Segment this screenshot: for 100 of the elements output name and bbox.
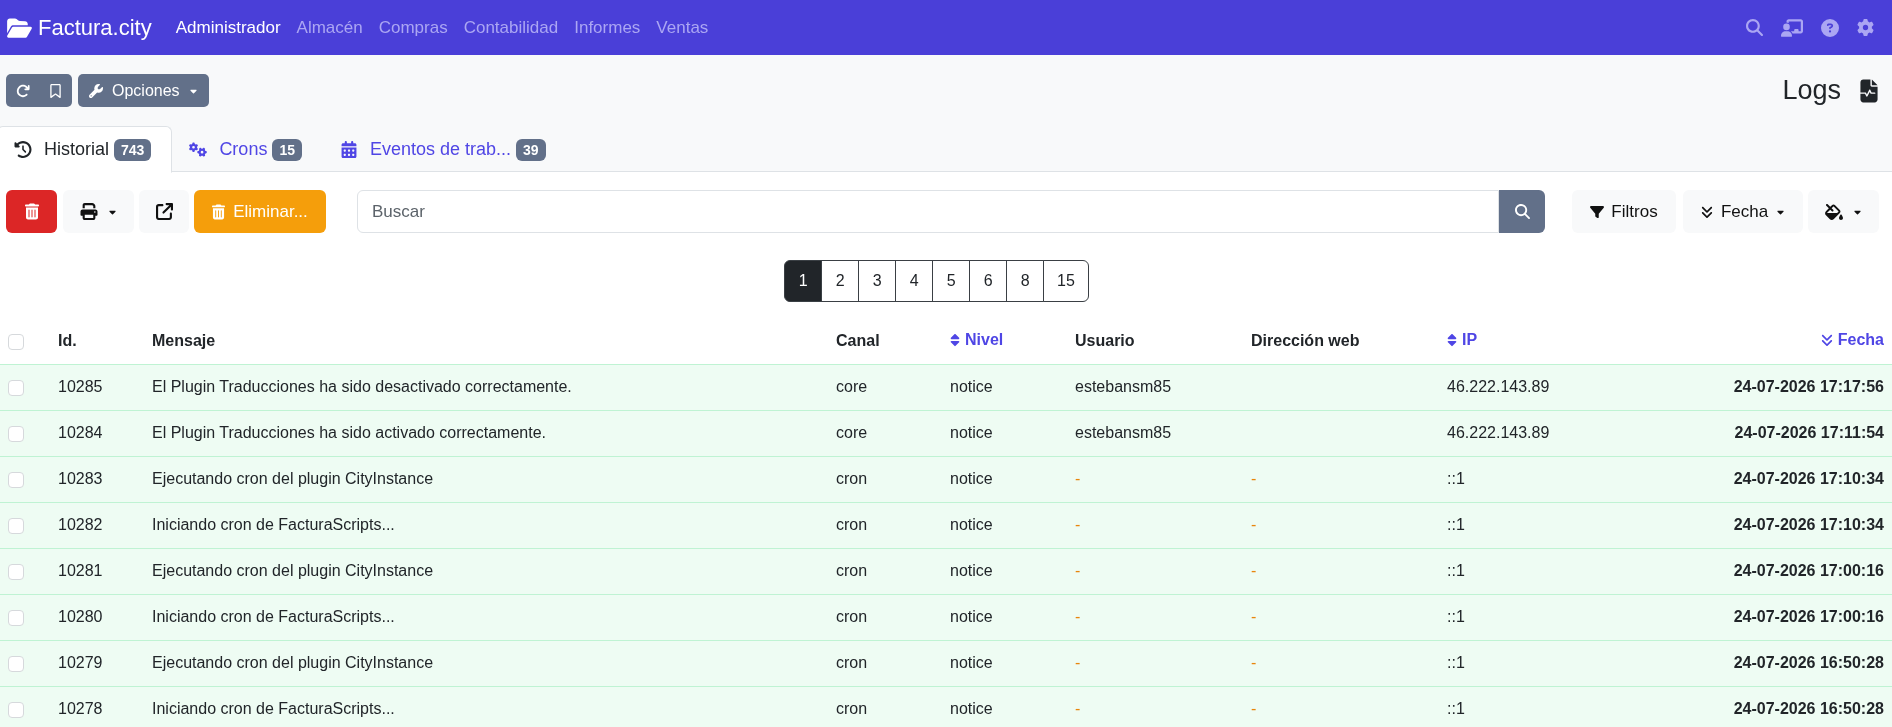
message-cell: El Plugin Traducciones ha sido activado correctamente. bbox=[152, 424, 546, 441]
page-link[interactable]: 6 bbox=[969, 260, 1008, 302]
level-cell: notice bbox=[950, 700, 993, 717]
folder-icon bbox=[6, 16, 33, 39]
id-cell: 10279 bbox=[58, 654, 103, 671]
filters-button[interactable]: Filtros bbox=[1572, 190, 1676, 233]
ip-cell: ::1 bbox=[1447, 654, 1465, 671]
date-cell: 24-07-2026 17:17:56 bbox=[1733, 378, 1884, 395]
help-button[interactable] bbox=[1821, 18, 1839, 37]
row-checkbox[interactable] bbox=[8, 379, 24, 396]
sortable-column-header[interactable]: Nivel bbox=[950, 327, 1004, 352]
message-cell: Ejecutando cron del plugin CityInstance bbox=[152, 654, 434, 671]
ip-cell: ::1 bbox=[1447, 700, 1465, 717]
tab-label: Historial bbox=[44, 138, 109, 161]
level-cell: notice bbox=[950, 608, 993, 625]
date-cell: 24-07-2026 17:00:16 bbox=[1733, 562, 1884, 579]
nav-menu-link[interactable]: Administrador bbox=[175, 19, 281, 36]
channel-cell: cron bbox=[836, 700, 868, 717]
color-button[interactable] bbox=[1808, 190, 1879, 233]
page-link[interactable]: 1 bbox=[784, 260, 823, 302]
sort-button[interactable]: Fecha bbox=[1683, 190, 1803, 233]
user-cell: - bbox=[1075, 470, 1081, 487]
date-cell: 24-07-2026 17:11:54 bbox=[1734, 424, 1884, 441]
level-cell: notice bbox=[950, 378, 993, 395]
export-button[interactable] bbox=[139, 190, 189, 233]
search-field[interactable]: Buscar bbox=[357, 190, 1499, 233]
row-checkbox[interactable] bbox=[8, 701, 24, 718]
date-cell: 24-07-2026 17:00:16 bbox=[1733, 608, 1884, 625]
calendar-icon bbox=[339, 141, 358, 158]
channel-cell: cron bbox=[836, 608, 868, 625]
page-link[interactable]: 3 bbox=[858, 260, 897, 302]
brand-link[interactable]: Factura.city bbox=[6, 16, 152, 39]
gear-icon bbox=[1857, 19, 1874, 36]
delete-button[interactable] bbox=[6, 190, 57, 233]
bookmark-button[interactable] bbox=[39, 74, 72, 107]
select-all-checkbox[interactable] bbox=[8, 333, 24, 350]
column-header: Dirección web bbox=[1251, 331, 1360, 349]
id-cell: 10281 bbox=[58, 562, 103, 579]
search-icon bbox=[1514, 204, 1530, 219]
page-link[interactable]: 8 bbox=[1006, 260, 1045, 302]
row-checkbox[interactable] bbox=[8, 563, 24, 580]
level-cell: notice bbox=[950, 516, 993, 533]
user-cell: - bbox=[1075, 700, 1081, 717]
ip-cell: ::1 bbox=[1447, 470, 1465, 487]
web-address-cell: - bbox=[1251, 470, 1257, 487]
column-header: Mensaje bbox=[152, 331, 216, 349]
row-checkbox[interactable] bbox=[8, 471, 24, 488]
reload-button[interactable] bbox=[6, 74, 39, 107]
tab-label: Crons bbox=[219, 138, 268, 161]
bookmark-icon bbox=[50, 83, 61, 98]
sortable-column-header[interactable]: IP bbox=[1447, 327, 1478, 352]
search-icon bbox=[1746, 19, 1763, 36]
wrench-icon bbox=[89, 83, 103, 98]
row-checkbox[interactable] bbox=[8, 609, 24, 626]
printer-icon bbox=[80, 203, 98, 220]
page-link[interactable]: 2 bbox=[821, 260, 860, 302]
search-button[interactable] bbox=[1746, 19, 1763, 36]
level-cell: notice bbox=[950, 424, 993, 441]
ip-cell: ::1 bbox=[1447, 562, 1465, 579]
page-link[interactable]: 5 bbox=[932, 260, 971, 302]
id-cell: 10280 bbox=[58, 608, 103, 625]
search-button[interactable] bbox=[1499, 190, 1545, 233]
row-checkbox[interactable] bbox=[8, 655, 24, 672]
settings-button[interactable] bbox=[1857, 19, 1874, 36]
ip-cell: 46.222.143.89 bbox=[1447, 378, 1550, 395]
web-address-cell: - bbox=[1251, 654, 1257, 671]
level-cell: notice bbox=[950, 654, 993, 671]
options-button[interactable]: Opciones bbox=[78, 74, 209, 107]
message-cell: Iniciando cron de FacturaScripts... bbox=[152, 516, 395, 533]
print-button[interactable] bbox=[63, 190, 134, 233]
tab[interactable]: Historial 743 bbox=[0, 126, 173, 173]
gears-icon bbox=[189, 141, 208, 158]
row-checkbox[interactable] bbox=[8, 425, 24, 442]
date-cell: 24-07-2026 16:50:28 bbox=[1733, 654, 1884, 671]
channel-cell: core bbox=[836, 378, 868, 395]
tab[interactable]: Eventos de trab... 39 bbox=[322, 126, 567, 173]
web-address-cell: - bbox=[1251, 608, 1257, 625]
message-cell: Iniciando cron de FacturaScripts... bbox=[152, 608, 395, 625]
message-cell: Iniciando cron de FacturaScripts... bbox=[152, 700, 395, 717]
page-link[interactable]: 4 bbox=[895, 260, 934, 302]
level-cell: notice bbox=[950, 562, 993, 579]
web-address-cell: - bbox=[1251, 516, 1257, 533]
channel-cell: core bbox=[836, 424, 868, 441]
sortable-column-header[interactable]: Fecha bbox=[1820, 327, 1884, 352]
message-cell: Ejecutando cron del plugin CityInstance bbox=[152, 562, 434, 579]
row-checkbox[interactable] bbox=[8, 517, 24, 534]
paint-bucket-icon bbox=[1825, 203, 1843, 220]
user-cell: estebansm85 bbox=[1075, 424, 1172, 441]
id-cell: 10283 bbox=[58, 470, 103, 487]
user-cell: - bbox=[1075, 516, 1081, 533]
tab[interactable]: Crons 15 bbox=[172, 126, 323, 173]
user-cell: - bbox=[1075, 608, 1081, 625]
user-cell: estebansm85 bbox=[1075, 378, 1172, 395]
chalkboard-user-button[interactable] bbox=[1781, 18, 1803, 37]
ip-cell: ::1 bbox=[1447, 608, 1465, 625]
id-cell: 10278 bbox=[58, 700, 103, 717]
reload-icon bbox=[15, 83, 30, 98]
page-link[interactable]: 15 bbox=[1043, 260, 1089, 302]
double-chevron-down-icon bbox=[1700, 204, 1713, 219]
user-cell: - bbox=[1075, 654, 1081, 671]
